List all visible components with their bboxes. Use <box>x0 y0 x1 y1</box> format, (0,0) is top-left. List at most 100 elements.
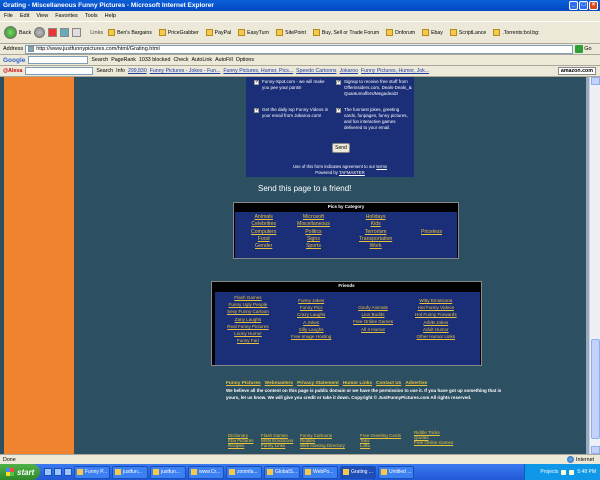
friend-link[interactable]: Witty Emoticons <box>419 297 452 304</box>
friend-link[interactable]: Free Image Hosting <box>291 333 331 340</box>
taskbar-button[interactable]: www.Cr... <box>188 465 224 479</box>
tafmaster-link[interactable]: TAFMASTER <box>339 170 365 175</box>
menu-file[interactable]: File <box>4 13 13 19</box>
alexa-related-link[interactable]: Speedo Cartoons <box>296 68 336 74</box>
tray-icon[interactable] <box>561 469 567 475</box>
friend-link[interactable]: Loony Humor <box>234 330 262 337</box>
friend-link[interactable]: All 4 Humor <box>361 326 385 333</box>
link-ebay[interactable]: Ebay <box>420 29 445 36</box>
friend-link[interactable]: Free Online Games <box>353 318 393 325</box>
projects-label[interactable]: Projects <box>540 469 558 475</box>
refresh-icon[interactable] <box>60 28 70 37</box>
friend-link[interactable]: A Jokes <box>303 319 319 326</box>
home-icon[interactable] <box>72 28 82 37</box>
autofill-button[interactable]: AutoFill <box>215 57 233 63</box>
terms-link[interactable]: terms <box>376 164 387 169</box>
alexa-search-input[interactable] <box>25 67 94 75</box>
friend-link[interactable]: Crazy Laughs <box>297 311 325 318</box>
menu-edit[interactable]: Edit <box>20 13 29 19</box>
start-button[interactable]: start <box>0 464 40 480</box>
category-link[interactable]: Transportation <box>359 236 392 243</box>
friend-link[interactable]: Hot Funny Forwards <box>415 311 457 318</box>
friend-link[interactable]: Zany Laughs <box>235 316 262 323</box>
category-link[interactable]: Computers <box>251 229 276 236</box>
friend-link[interactable]: Funny Jokes <box>298 297 324 304</box>
friend-link[interactable]: Real Funny Pictures <box>227 323 268 330</box>
taskbar-button[interactable]: WebPo... <box>302 465 338 479</box>
checkbox[interactable] <box>254 79 259 85</box>
link-buy-sell-forum[interactable]: Buy, Sell or Trade Forum <box>311 29 381 36</box>
menu-tools[interactable]: Tools <box>85 13 98 19</box>
bottom-link[interactable]: Free Online Games <box>414 440 453 445</box>
footer-link-funny-pictures[interactable]: Funny Pictures <box>226 381 261 386</box>
maximize-icon[interactable]: □ <box>579 1 588 10</box>
friend-link[interactable]: Silly Laughs <box>299 326 324 333</box>
link-torrents[interactable]: .Torrents:bol.bg: <box>491 29 541 36</box>
close-icon[interactable]: × <box>589 1 598 10</box>
checkbox[interactable] <box>336 107 341 113</box>
footer-link-webmasters[interactable]: Webmasters <box>265 381 293 386</box>
friend-link[interactable]: Hot Funny Videos <box>418 304 454 311</box>
amazon-button[interactable]: amazon.com <box>557 67 596 75</box>
friend-link[interactable]: Other Humor Links <box>417 333 456 340</box>
category-link[interactable]: Food <box>258 236 270 243</box>
friend-link[interactable]: Lion Budds <box>362 311 385 318</box>
friend-link[interactable]: Goofy Animals <box>358 304 388 311</box>
bottom-link[interactable]: Funny Links <box>261 443 293 448</box>
taskbar-button[interactable]: zoomfa... <box>226 465 262 479</box>
scroll-up-icon[interactable] <box>591 77 600 85</box>
link-easyturn[interactable]: EasyTurn <box>236 29 271 36</box>
taskbar-button[interactable]: justfun... <box>112 465 148 479</box>
menu-favorites[interactable]: Favorites <box>55 13 78 19</box>
scroll-down-icon[interactable] <box>591 446 600 454</box>
alexa-info-button[interactable]: Info <box>116 68 125 74</box>
friend-link[interactable]: Adult Humor <box>423 326 449 333</box>
category-link[interactable]: Sports <box>306 243 321 250</box>
category-link[interactable]: Animals <box>254 214 272 221</box>
quick-launch-icon[interactable] <box>64 468 72 476</box>
autolink-button[interactable]: AutoLink <box>191 57 212 63</box>
send-button[interactable]: Send <box>332 143 350 153</box>
friend-link[interactable]: Funny Pics <box>300 304 323 311</box>
link-paypal[interactable]: PayPal <box>204 29 233 36</box>
category-link[interactable]: Priceless <box>421 229 442 236</box>
link-dnforum[interactable]: Dnforum <box>384 29 417 36</box>
category-link[interactable]: Politics <box>305 229 321 236</box>
back-button[interactable]: Back <box>4 26 31 39</box>
menu-help[interactable]: Help <box>105 13 116 19</box>
alexa-related-link[interactable]: Funny Pictures, Humor, Pics... <box>223 68 293 74</box>
taskbar-button[interactable]: Untitled ... <box>378 465 414 479</box>
link-scriptlance[interactable]: ScriptLance <box>448 29 488 36</box>
taskbar-button[interactable]: GlobalS... <box>264 465 300 479</box>
taskbar-button-active[interactable]: Grating ... <box>340 465 376 479</box>
options-button[interactable]: Options <box>236 57 254 63</box>
taskbar-button[interactable]: justfun... <box>150 465 186 479</box>
stop-icon[interactable] <box>48 28 58 37</box>
alexa-rank[interactable]: 299,830 <box>128 68 147 74</box>
bottom-link[interactable]: Lotto <box>360 443 401 448</box>
quick-launch-icon[interactable] <box>54 468 62 476</box>
link-pricegrabber[interactable]: PriceGrabber <box>157 29 201 36</box>
category-link[interactable]: Kids <box>371 221 381 228</box>
scrollbar-thumb[interactable] <box>591 339 600 439</box>
check-button[interactable]: Check <box>173 57 188 63</box>
friend-link[interactable]: Funny Ugly People <box>229 301 268 308</box>
checkbox[interactable] <box>336 79 341 85</box>
category-link[interactable]: Terrorism <box>365 229 387 236</box>
footer-link-privacy[interactable]: Privacy Statement <box>297 381 339 386</box>
alexa-related-link[interactable]: Funny Pictures, Humor, Jok... <box>361 68 429 74</box>
bottom-link[interactable]: Recipes <box>228 443 254 448</box>
category-link[interactable]: Microsoft <box>303 214 324 221</box>
quick-launch-icon[interactable] <box>44 468 52 476</box>
link-sitepoint[interactable]: SitePoint <box>274 29 308 36</box>
go-button[interactable]: Go <box>575 45 592 53</box>
category-link[interactable]: Gender <box>255 243 272 250</box>
category-link[interactable]: Miscellaneous <box>297 221 330 228</box>
friend-link[interactable]: Funny Fart <box>237 337 259 344</box>
category-link[interactable]: Holidays <box>366 214 386 221</box>
checkbox[interactable] <box>254 107 259 113</box>
category-link[interactable]: Signs <box>307 236 320 243</box>
category-link[interactable]: Work <box>370 243 382 250</box>
bottom-link[interactable]: Web Hosting Directory <box>300 443 345 448</box>
friend-link[interactable]: Sexy Funny Cartoon <box>227 308 269 315</box>
